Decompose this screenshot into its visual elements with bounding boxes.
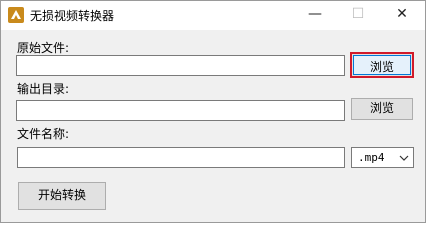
source-browse-button[interactable]: 浏览 [350,52,414,78]
extension-select[interactable]: .mp4 [351,147,414,168]
close-button[interactable]: ✕ [380,1,424,30]
source-file-input[interactable] [16,55,345,76]
start-convert-button[interactable]: 开始转换 [18,182,106,210]
maximize-icon: ☐ [351,6,365,22]
chevron-down-icon [399,155,409,161]
title-bar[interactable]: 无损视频转换器 — ☐ ✕ [1,1,425,30]
source-file-label: 原始文件: [17,41,70,55]
minimize-icon: — [308,6,322,22]
file-name-label: 文件名称: [17,127,70,141]
window-title: 无损视频转换器 [30,9,115,23]
maximize-button[interactable]: ☐ [336,1,380,30]
output-browse-button[interactable]: 浏览 [351,98,413,120]
minimize-button[interactable]: — [293,1,337,30]
file-name-input[interactable] [17,147,345,168]
app-logo-icon [8,7,24,23]
app-window: 无损视频转换器 — ☐ ✕ 原始文件: 浏览 输出目录: 浏览 文件名称: .m… [0,0,426,223]
output-dir-label: 输出目录: [17,82,70,96]
close-icon: ✕ [396,6,408,22]
output-dir-input[interactable] [16,100,345,121]
form-panel: 原始文件: 浏览 输出目录: 浏览 文件名称: .mp4 开始转换 [1,30,425,222]
